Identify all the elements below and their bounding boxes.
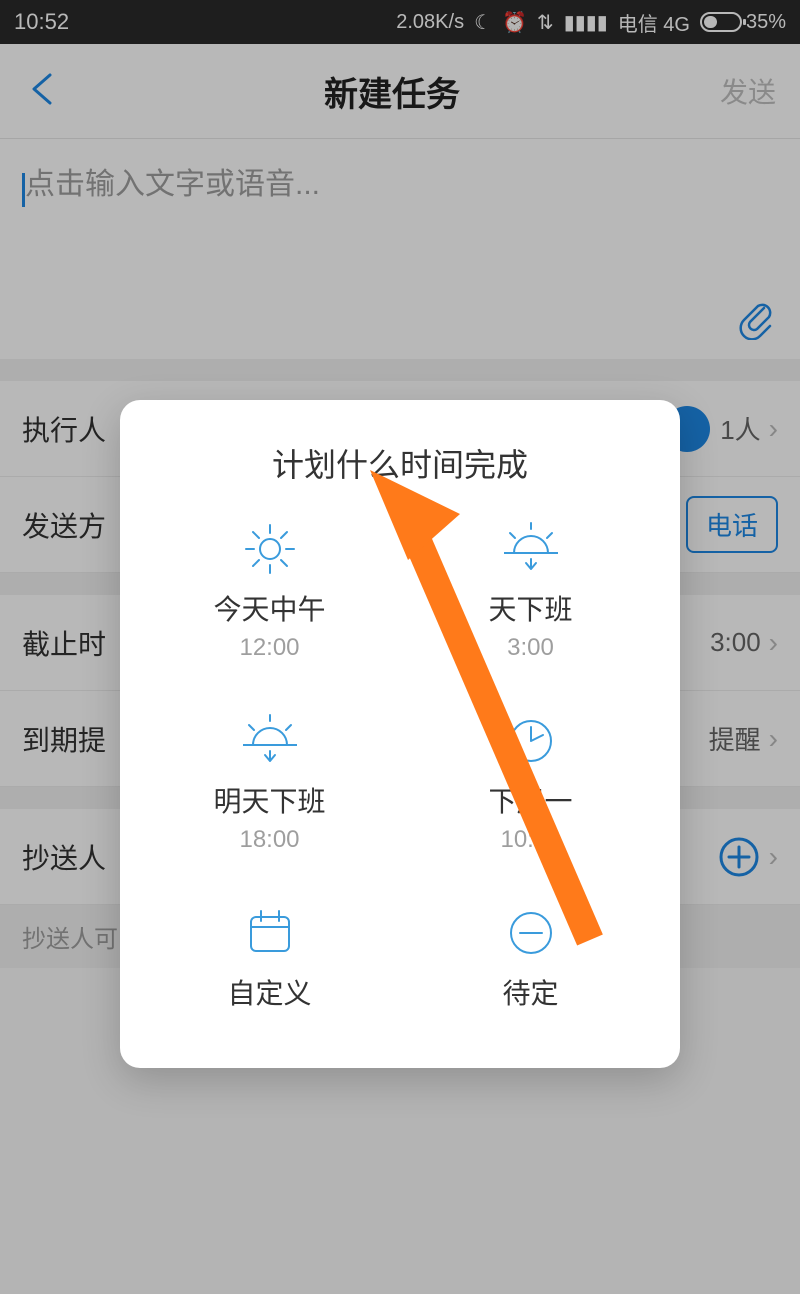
clock-icon (496, 708, 566, 774)
option-label: 下周一 (488, 780, 572, 820)
option-label: 明天下班 (213, 780, 325, 820)
option-time: 3:00 (507, 634, 554, 662)
option-next-monday[interactable]: 下周一 10:00 (405, 708, 656, 854)
option-label: 天下班 (488, 588, 572, 628)
option-today-noon[interactable]: 今天中午 12:00 (144, 516, 395, 662)
option-time: 12:00 (239, 634, 299, 662)
option-pending[interactable]: 待定 (405, 900, 656, 1018)
option-today-offwork[interactable]: 天下班 3:00 (405, 516, 656, 662)
sun-icon (235, 516, 305, 582)
minus-circle-icon (496, 900, 566, 966)
option-label: 自定义 (227, 972, 311, 1012)
time-picker-modal: 计划什么时间完成 今天中午 12:00 天下班 3:00 明 (120, 400, 680, 1068)
sunset-icon (235, 708, 305, 774)
option-tomorrow-offwork[interactable]: 明天下班 18:00 (144, 708, 395, 854)
option-time: 10:00 (500, 826, 560, 854)
option-label: 待定 (502, 972, 558, 1012)
option-custom[interactable]: 自定义 (144, 900, 395, 1018)
screen: 10:52 2.08K/s ☾ ⏰ ⇅ ▮▮▮▮ 电信 4G 35% 新建任务 … (0, 0, 800, 1294)
modal-title: 计划什么时间完成 (144, 440, 656, 486)
calendar-icon (235, 900, 305, 966)
option-label: 今天中午 (213, 588, 325, 628)
sunset-icon (496, 516, 566, 582)
time-options-grid: 今天中午 12:00 天下班 3:00 明天下班 18:00 (144, 516, 656, 1018)
option-time: 18:00 (239, 826, 299, 854)
